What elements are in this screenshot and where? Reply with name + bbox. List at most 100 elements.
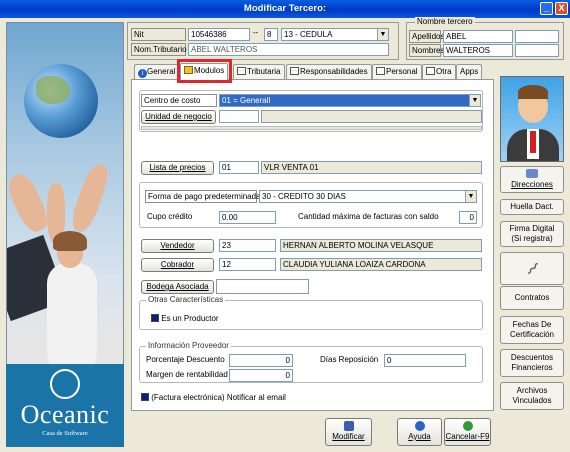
modificar-label: Modificar <box>332 432 365 441</box>
chevron-down-icon[interactable]: ▼ <box>465 191 476 202</box>
huella-button[interactable]: Huella Dact. <box>500 199 564 215</box>
logo-wordmark: Oceanic <box>20 400 110 429</box>
vendedor-code[interactable]: 23 <box>219 239 276 252</box>
apellido2-input[interactable] <box>515 30 559 43</box>
es-productor-label: Es un Productor <box>161 314 219 323</box>
ayuda-label: Ayuda <box>408 432 431 441</box>
factura-checkbox[interactable] <box>141 393 149 401</box>
nit-input[interactable]: 10546386 <box>188 28 250 41</box>
logo-subtitle: Casa de Software <box>42 430 88 437</box>
tab-personal[interactable]: Personal <box>372 64 422 80</box>
nombre1-input[interactable]: WALTEROS <box>443 44 513 57</box>
cobrador-code[interactable]: 12 <box>219 258 276 271</box>
nit-label: Nit <box>131 28 186 41</box>
dias-input[interactable]: 0 <box>384 354 466 367</box>
unidad-negocio-name <box>261 110 482 123</box>
firma-sub-label: (Si registra) <box>511 234 553 243</box>
avatar <box>500 76 564 162</box>
lista-precios-name: VLR VENTA 01 <box>261 161 482 174</box>
doc-icon <box>426 67 435 75</box>
centro-costo-value: 01 = Generall <box>222 96 271 105</box>
globe-land <box>36 76 70 104</box>
contratos-button[interactable]: Contratos <box>500 286 564 310</box>
lista-precios-code[interactable]: 01 <box>219 161 259 174</box>
es-productor-checkbox[interactable] <box>151 314 159 322</box>
cobrador-button[interactable]: Cobrador <box>141 258 214 272</box>
close-button[interactable]: X <box>555 2 568 15</box>
help-icon <box>414 421 425 431</box>
tab-responsabilidades-label: Responsabilidades <box>300 67 368 76</box>
cupo-credito-input[interactable]: 0.00 <box>219 211 276 224</box>
porcentaje-label: Porcentaje Descuento <box>146 355 225 364</box>
lista-precios-button[interactable]: Lista de precios <box>141 161 214 175</box>
apellidos-label: Apellidos <box>409 30 444 43</box>
porcentaje-input[interactable]: 0 <box>229 354 293 367</box>
forma-pago-label: Forma de pago predeterminada <box>145 190 261 203</box>
tab-general[interactable]: i General <box>134 64 180 80</box>
es-productor-row: Es un Productor <box>151 313 219 325</box>
cancelar-button[interactable]: Cancelar-F9 <box>444 418 491 446</box>
centro-costo-label: Centro de costo <box>141 94 217 107</box>
tab-apps-label: Apps <box>460 67 479 76</box>
doc-type-value: 13 - CEDULA <box>284 30 333 39</box>
vendedor-button[interactable]: Vendedor <box>141 239 214 253</box>
dv-input[interactable]: 8 <box>264 28 278 41</box>
archivos-button[interactable]: Archivos Vinculados <box>500 382 564 410</box>
centro-costo-select[interactable]: 01 = Generall ▼ <box>219 94 481 107</box>
direcciones-button[interactable]: Direcciones <box>500 166 564 193</box>
dias-label: Días Reposición <box>320 355 379 364</box>
table-icon <box>290 67 299 75</box>
tab-apps[interactable]: Apps <box>456 64 483 80</box>
unidad-negocio-code[interactable] <box>219 110 259 123</box>
contratos-label: Contratos <box>514 293 550 302</box>
chevron-down-icon[interactable]: ▼ <box>469 95 480 106</box>
window-title: Modificar Tercero: <box>243 3 327 14</box>
tab-tributaria[interactable]: Tributaria <box>233 64 285 80</box>
fechas-label: Fechas De Certificación <box>509 320 554 339</box>
table-icon <box>237 67 246 75</box>
doc-type-select[interactable]: 13 - CEDULA ▼ <box>281 28 389 41</box>
margen-input[interactable]: 0 <box>229 369 293 382</box>
fechas-button[interactable]: Fechas De Certificación <box>500 316 564 344</box>
chevron-down-icon[interactable]: ▼ <box>377 29 388 40</box>
cupo-credito-label: Cupo crédito <box>147 212 193 221</box>
direcciones-label: Direcciones <box>511 180 553 189</box>
address-icon <box>526 169 538 178</box>
attach-button[interactable]: ⌇ <box>500 252 564 285</box>
cant-max-label: Cantidad máxima de facturas con saldo <box>298 212 439 221</box>
undo-icon <box>462 421 473 431</box>
vendedor-name: HERNAN ALBERTO MOLINA VELASQUE <box>280 239 482 252</box>
unidad-negocio-button[interactable]: Unidad de negocio <box>141 110 216 124</box>
nom-tributario-input[interactable]: ABEL WALTEROS <box>188 43 389 56</box>
forma-pago-value: 30 - CREDITO 30 DIAS <box>262 192 346 201</box>
tab-responsabilidades[interactable]: Responsabilidades <box>286 64 372 80</box>
forma-pago-select[interactable]: 30 - CREDITO 30 DIAS ▼ <box>259 190 477 203</box>
logo-mark <box>50 369 80 399</box>
minimize-button[interactable]: _ <box>540 2 553 15</box>
firma-label: Firma Digital <box>509 224 555 233</box>
ayuda-button[interactable]: Ayuda <box>397 418 442 446</box>
apellido1-input[interactable]: ABEL <box>443 30 513 43</box>
cobrador-name: CLAUDIA YULIANA LOAIZA CARDONA <box>280 258 482 271</box>
bodega-input[interactable] <box>216 279 309 294</box>
avatar-hair <box>518 85 548 99</box>
bodega-button[interactable]: Bodega Asociada <box>141 280 214 294</box>
archivos-label: Archivos Vinculados <box>512 386 552 405</box>
firma-button[interactable]: Firma Digital (Si registra) <box>500 221 564 247</box>
highlight-annotation <box>177 59 232 83</box>
cant-max-input[interactable]: 0 <box>459 211 477 224</box>
modificar-button[interactable]: Modificar <box>325 418 372 446</box>
tab-otra[interactable]: Otra <box>422 64 456 80</box>
nombres-label: Nombres <box>409 44 444 57</box>
nit-dash: -- <box>253 28 259 37</box>
name-group-caption: Nombre tercero <box>415 17 475 26</box>
tab-general-label: General <box>147 67 176 76</box>
tab-personal-label: Personal <box>386 67 418 76</box>
nom-tributario-label: Nom.Tributario <box>131 43 187 56</box>
factura-label: (Factura electrónica) Notificar al email <box>151 393 286 402</box>
margen-label: Margen de rentabilidad <box>146 370 228 379</box>
nombre2-input[interactable] <box>515 44 559 57</box>
cancelar-label: Cancelar-F9 <box>445 432 490 441</box>
descuentos-button[interactable]: Descuentos Financieros <box>500 349 564 377</box>
tab-otra-label: Otra <box>436 67 452 76</box>
